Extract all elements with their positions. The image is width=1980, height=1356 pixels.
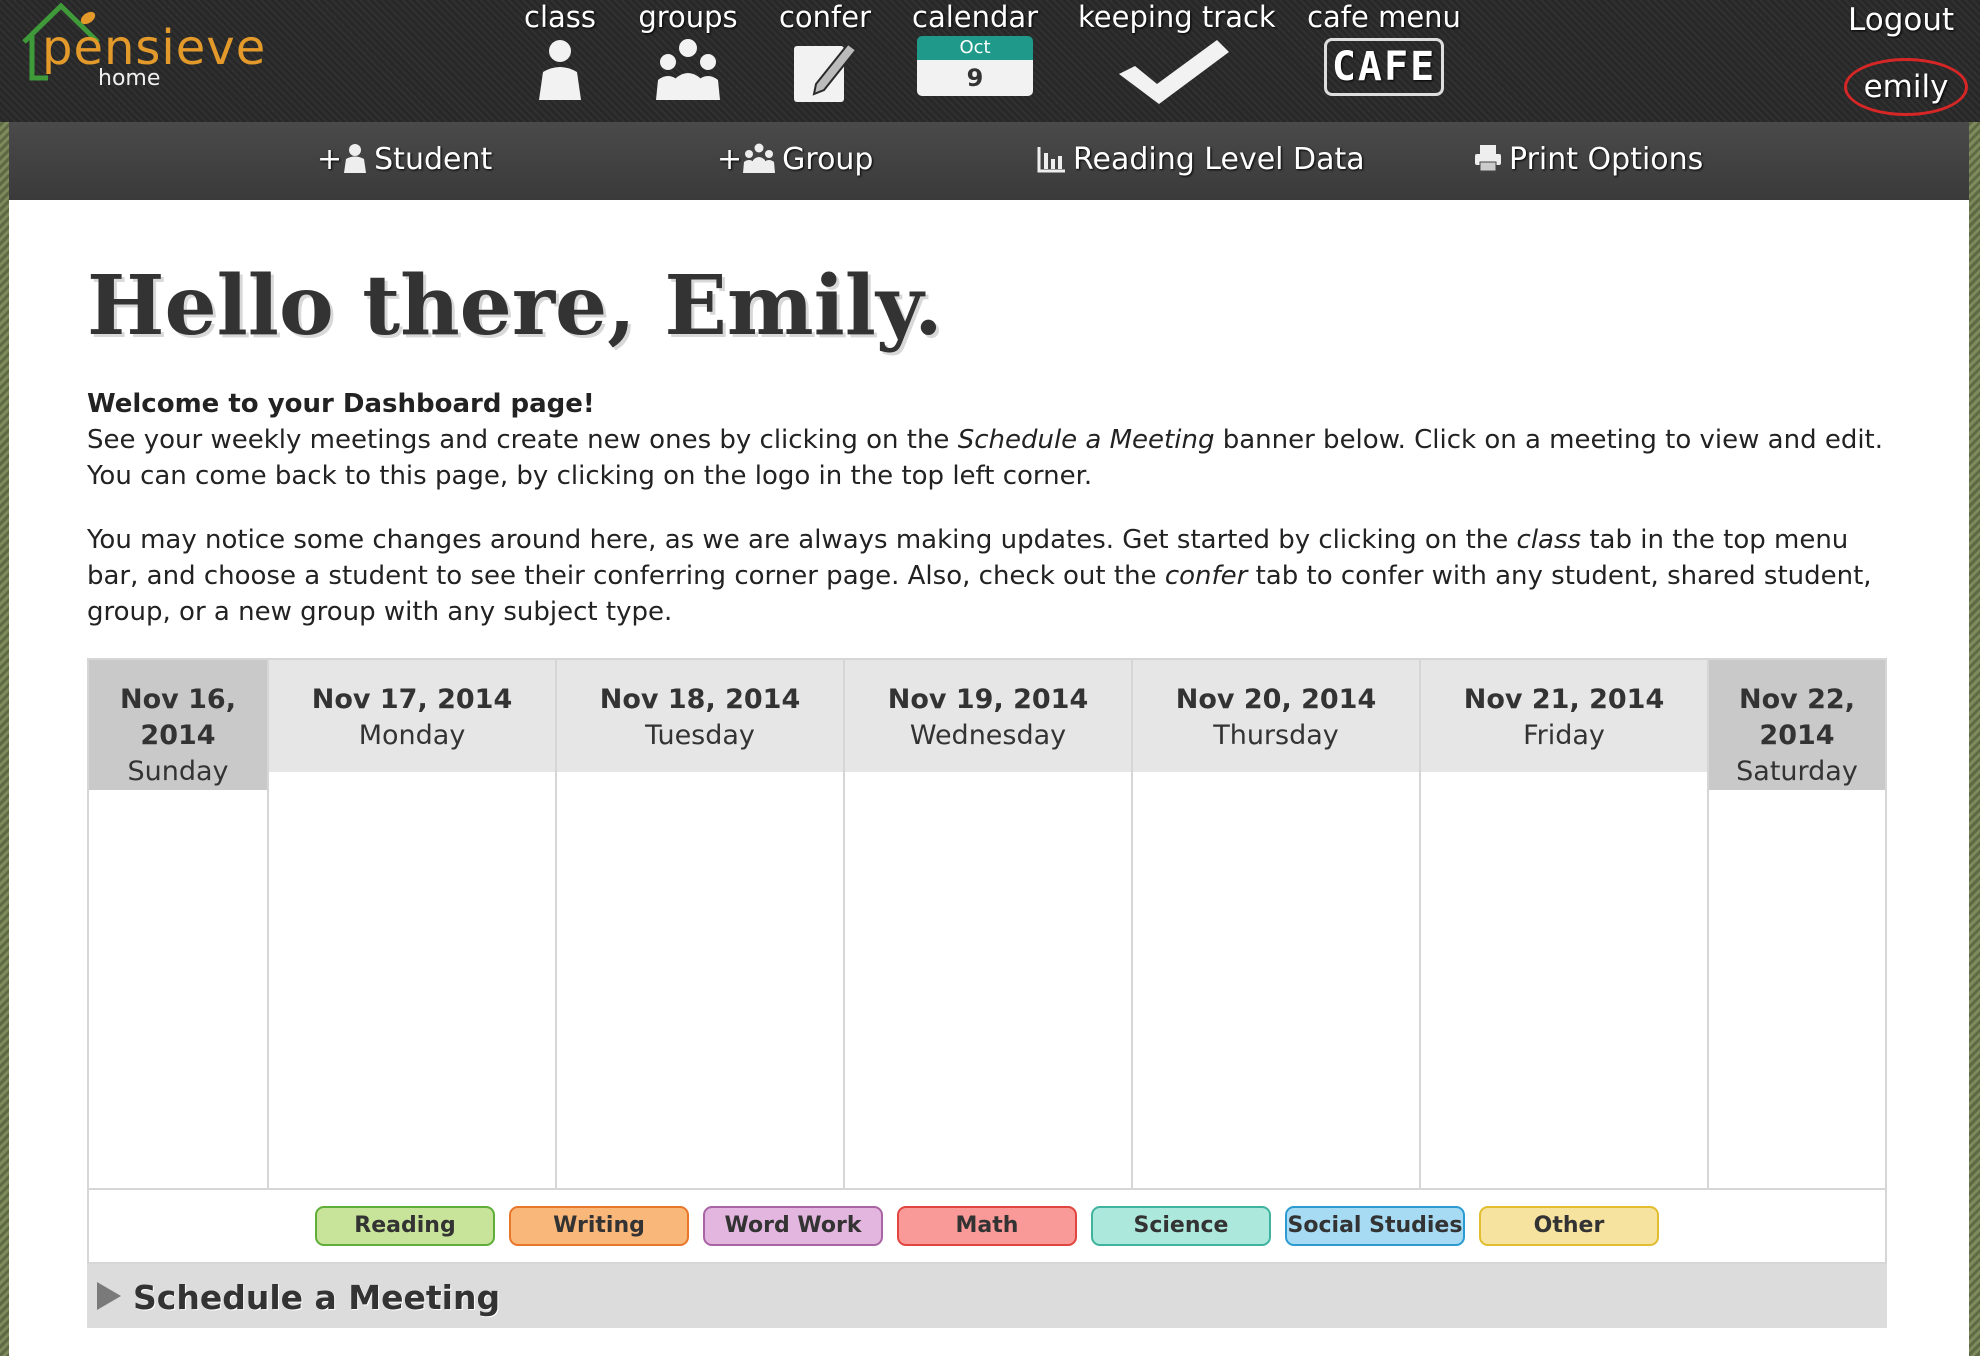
intro-emphasis-class: class [1516,525,1582,555]
day-weekday: Wednesday [909,720,1067,751]
add-student-button[interactable]: + Student [317,142,492,177]
nav-class[interactable]: class [510,0,610,102]
day-weekday: Saturday [1736,756,1858,787]
nav-calendar[interactable]: calendar Oct 9 [912,0,1038,102]
nav-calendar-label: calendar [912,0,1039,34]
day-header: Nov 19, 2014 Wednesday [845,660,1131,772]
intro-paragraph: You may notice some changes around here,… [87,522,1897,630]
add-group-icon [743,143,776,173]
subject-tag-reading[interactable]: Reading [315,1206,495,1246]
nav-confer-label: confer [778,0,872,34]
day-date: Nov 22, 2014 [1739,684,1855,751]
welcome-text: See your weekly meetings and create new … [87,425,958,455]
nav-keeping-track[interactable]: keeping track [1078,0,1276,104]
dashboard-content: Hello there, Emily. Welcome to your Dash… [9,200,1969,1356]
subject-tag-math[interactable]: Math [897,1206,1077,1246]
day-weekday: Thursday [1213,720,1339,751]
nav-class-label: class [524,0,596,34]
expand-triangle-icon [97,1282,121,1310]
day-header: Nov 18, 2014 Tuesday [557,660,843,772]
notepad-pencil-icon [794,42,858,102]
logo-home-label: home [98,66,161,91]
add-student-icon [344,144,367,173]
day-column-friday[interactable]: Nov 21, 2014 Friday [1421,660,1709,1188]
day-weekday: Friday [1523,720,1605,751]
day-header: Nov 21, 2014 Friday [1421,660,1707,772]
subject-tag-other[interactable]: Other [1479,1206,1659,1246]
checkmark-icon [1119,40,1229,104]
page-title: Hello there, Emily. [87,258,943,354]
reading-level-data-label: Reading Level Data [1073,142,1365,177]
weekly-calendar: Nov 16, 2014 Sunday Nov 17, 2014 Monday … [87,658,1887,1190]
print-options-button[interactable]: Print Options [1473,142,1703,177]
add-prefix: + [717,142,743,177]
cafe-icon: CAFE [1324,38,1444,96]
day-column-wednesday[interactable]: Nov 19, 2014 Wednesday [845,660,1133,1188]
person-icon [539,40,581,100]
add-group-label: Group [782,142,874,177]
day-date: Nov 21, 2014 [1463,684,1665,715]
nav-cafe-menu[interactable]: cafe menu CAFE [1302,0,1466,96]
calendar-icon: Oct 9 [917,36,1033,102]
print-options-label: Print Options [1509,142,1704,177]
day-date: Nov 17, 2014 [311,684,513,715]
schedule-meeting-banner[interactable]: Schedule a Meeting [87,1264,1887,1328]
printer-icon [1475,145,1501,172]
subject-tag-word-work[interactable]: Word Work [703,1206,883,1246]
pensieve-logo[interactable]: pensieve home [14,0,294,100]
day-date: Nov 20, 2014 [1175,684,1377,715]
nav-keeping-track-label: keeping track [1078,0,1276,34]
day-column-monday[interactable]: Nov 17, 2014 Monday [269,660,557,1188]
day-weekday: Sunday [127,756,229,787]
day-column-saturday[interactable]: Nov 22, 2014 Saturday [1709,660,1885,1188]
schedule-meeting-label: Schedule a Meeting [133,1278,501,1317]
subject-tag-science[interactable]: Science [1091,1206,1271,1246]
welcome-heading: Welcome to your Dashboard page! [87,389,595,419]
day-header: Nov 20, 2014 Thursday [1133,660,1419,772]
day-date: Nov 16, 2014 [120,684,236,751]
user-menu[interactable]: emily [1844,58,1968,116]
nav-groups[interactable]: groups [630,0,746,102]
day-weekday: Tuesday [645,720,755,751]
day-column-sunday[interactable]: Nov 16, 2014 Sunday [89,660,269,1188]
day-column-thursday[interactable]: Nov 20, 2014 Thursday [1133,660,1421,1188]
welcome-paragraph: Welcome to your Dashboard page! See your… [87,386,1897,494]
calendar-icon-month: Oct [917,36,1033,60]
day-header: Nov 22, 2014 Saturday [1709,660,1885,790]
group-icon [656,39,720,100]
subject-tag-social-studies[interactable]: Social Studies [1285,1206,1465,1246]
day-header: Nov 16, 2014 Sunday [89,660,267,790]
logout-link[interactable]: Logout [1848,2,1954,38]
day-weekday: Monday [358,720,466,751]
add-student-label: Student [374,142,493,177]
nav-confer[interactable]: confer [770,0,880,104]
day-date: Nov 19, 2014 [887,684,1089,715]
subject-tag-writing[interactable]: Writing [509,1206,689,1246]
nav-cafe-menu-label: cafe menu [1307,0,1461,34]
bar-chart-icon [1037,147,1065,173]
day-column-tuesday[interactable]: Nov 18, 2014 Tuesday [557,660,845,1188]
intro-emphasis-confer: confer [1164,561,1248,591]
add-prefix: + [317,142,343,177]
top-navigation-bar: pensieve home class groups confer calend [0,0,1980,122]
reading-level-data-button[interactable]: Reading Level Data [1037,142,1365,177]
day-date: Nov 18, 2014 [599,684,801,715]
nav-groups-label: groups [638,0,738,34]
calendar-icon-day: 9 [917,60,1033,96]
intro-text: You may notice some changes around here,… [87,525,1517,555]
secondary-toolbar: + Student + Group Reading Level Data Print… [9,122,1969,200]
add-group-button[interactable]: + Group [717,142,873,177]
welcome-emphasis: Schedule a Meeting [957,425,1215,455]
day-header: Nov 17, 2014 Monday [269,660,555,772]
subject-legend: Reading Writing Word Work Math Science S… [87,1190,1887,1264]
